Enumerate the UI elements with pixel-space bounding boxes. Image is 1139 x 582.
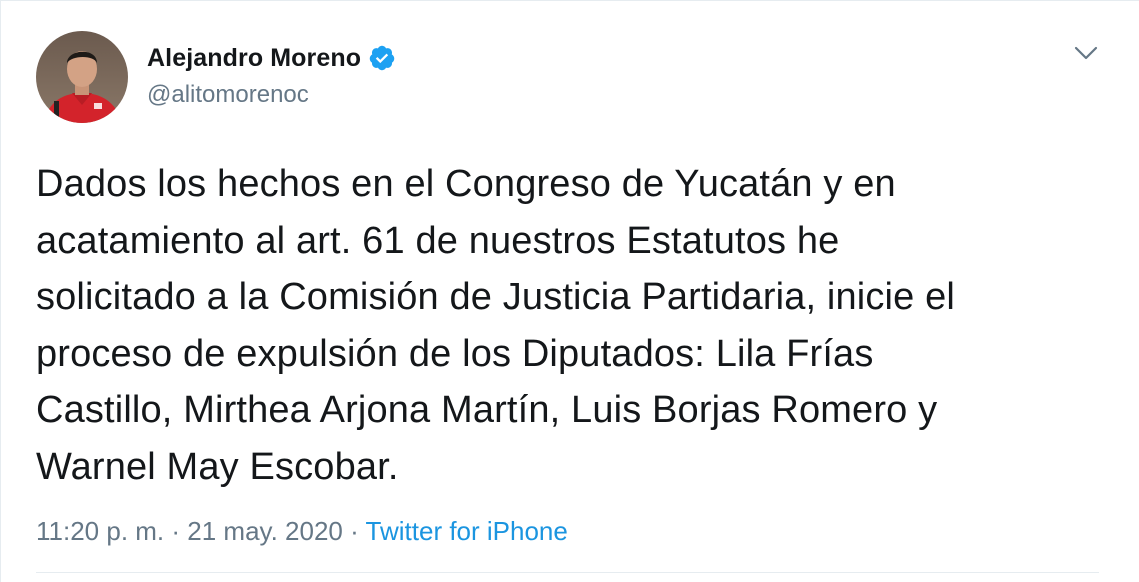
author-name[interactable]: Alejandro Moreno: [147, 44, 361, 73]
tweet-date[interactable]: 21 may. 2020: [187, 516, 343, 546]
avatar[interactable]: [36, 31, 128, 123]
author-handle[interactable]: @alitomorenoc: [147, 81, 309, 109]
profile-photo: [36, 31, 128, 123]
tweet-text: Dados los hechos en el Congreso de Yucat…: [36, 163, 956, 488]
meta-separator: ·: [164, 516, 188, 546]
tweet-source-link[interactable]: Twitter for iPhone: [366, 516, 568, 546]
verified-badge-icon: [368, 44, 396, 72]
chevron-down-icon[interactable]: [1072, 41, 1100, 65]
tweet-card: Alejandro Moreno @alitomorenoc Dados los…: [0, 0, 1139, 582]
tweet-time[interactable]: 11:20 p. m.: [36, 516, 164, 546]
tweet-meta: 11:20 p. m. · 21 may. 2020 · Twitter for…: [36, 516, 568, 547]
divider: [36, 572, 1099, 573]
author-name-row[interactable]: Alejandro Moreno: [147, 41, 396, 75]
meta-separator: ·: [342, 516, 366, 546]
